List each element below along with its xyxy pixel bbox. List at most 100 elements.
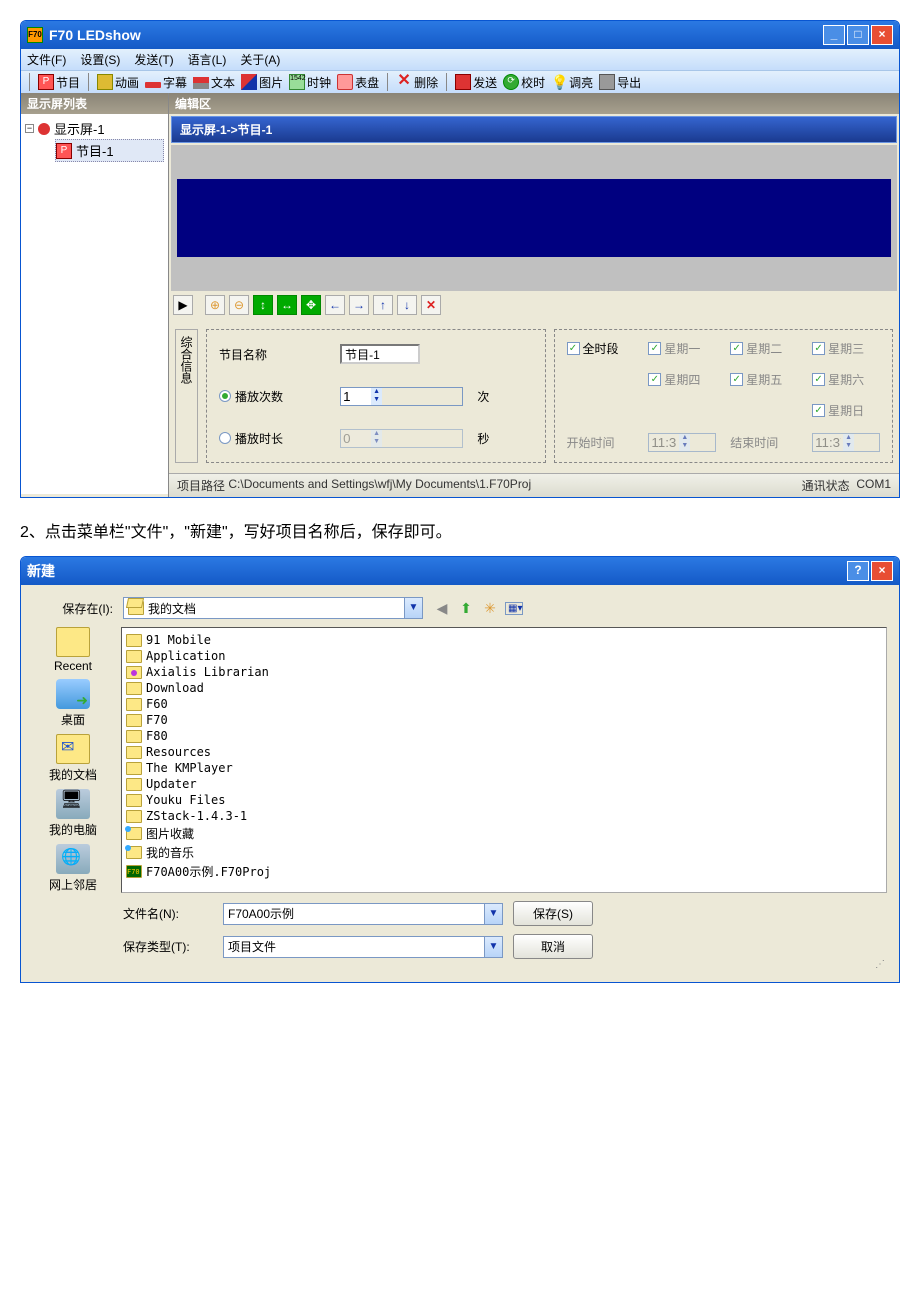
mon-checkbox[interactable]: ✓星期一 bbox=[648, 340, 716, 357]
zoom-out-button[interactable]: ⊖ bbox=[229, 295, 249, 315]
maximize-button[interactable]: □ bbox=[847, 25, 869, 45]
preview-canvas[interactable] bbox=[177, 179, 891, 257]
menu-settings[interactable]: 设置(S) bbox=[80, 51, 120, 68]
places-bar: Recent 桌面 我的文档 我的电脑 网上邻居 bbox=[33, 627, 113, 893]
back-button[interactable]: ◀ bbox=[433, 600, 451, 617]
help-button[interactable]: ? bbox=[847, 561, 869, 581]
display-tree[interactable]: − 显示屏-1 P 节目-1 bbox=[21, 114, 168, 494]
zoom-in-button[interactable]: ⊕ bbox=[205, 295, 225, 315]
allday-checkbox[interactable]: ✓全时段 bbox=[567, 340, 635, 357]
sat-checkbox[interactable]: ✓星期六 bbox=[812, 371, 880, 388]
list-item[interactable]: 我的音乐 bbox=[126, 843, 882, 862]
tb-text[interactable]: 文本 bbox=[193, 74, 235, 91]
play-dur-spin[interactable]: ▲▼ bbox=[340, 429, 463, 448]
save-in-combo[interactable]: 我的文档 ▼ bbox=[123, 597, 423, 619]
menu-about[interactable]: 关于(A) bbox=[240, 51, 280, 68]
menu-language[interactable]: 语言(L) bbox=[188, 51, 227, 68]
cancel-button[interactable]: 取消 bbox=[513, 934, 593, 959]
new-file-dialog: 新建 ? × 保存在(I): 我的文档 ▼ ◀ ⬆ ✳ ▦▾ Recent 桌面 bbox=[20, 556, 900, 983]
minimize-button[interactable]: _ bbox=[823, 25, 845, 45]
place-net[interactable]: 网上邻居 bbox=[49, 844, 97, 893]
tb-subtitle[interactable]: 字幕 bbox=[145, 74, 187, 91]
dialog-close-button[interactable]: × bbox=[871, 561, 893, 581]
wed-checkbox[interactable]: ✓星期三 bbox=[812, 340, 880, 357]
view-button[interactable]: ▦▾ bbox=[505, 602, 523, 615]
filetype-combo[interactable]: 项目文件 ▼ bbox=[223, 936, 503, 958]
tb-program[interactable]: P节目 bbox=[38, 74, 80, 91]
menubar: 文件(F) 设置(S) 发送(T) 语言(L) 关于(A) bbox=[21, 49, 899, 70]
tb-image[interactable]: 图片 bbox=[241, 74, 283, 91]
fit-all-button[interactable]: ✥ bbox=[301, 295, 321, 315]
move-left-button[interactable]: ← bbox=[325, 295, 345, 315]
fit-h-button[interactable]: ↔ bbox=[277, 295, 297, 315]
folder-icon bbox=[126, 650, 142, 663]
list-item[interactable]: F60 bbox=[126, 696, 882, 712]
app-icon: F70 bbox=[27, 27, 43, 43]
chevron-down-icon[interactable]: ▼ bbox=[484, 937, 502, 957]
save-button[interactable]: 保存(S) bbox=[513, 901, 593, 926]
instruction-text: 2、点击菜单栏"文件"，"新建"，写好项目名称后，保存即可。 bbox=[20, 518, 900, 542]
props-tab[interactable]: 综合信息 bbox=[175, 329, 198, 463]
tb-dial[interactable]: 表盘 bbox=[337, 74, 379, 91]
end-time-spin[interactable]: ▲▼ bbox=[812, 433, 880, 452]
tree-expander[interactable]: − bbox=[25, 124, 34, 133]
play-count-radio[interactable]: 播放次数 bbox=[219, 388, 326, 405]
start-time-spin[interactable]: ▲▼ bbox=[648, 433, 716, 452]
menu-send[interactable]: 发送(T) bbox=[134, 51, 173, 68]
program-name-input[interactable] bbox=[340, 344, 420, 364]
left-pane: 显示屏列表 − 显示屏-1 P 节目-1 bbox=[21, 93, 169, 497]
dialog-title: 新建 bbox=[27, 561, 55, 581]
filename-combo[interactable]: F70A00示例 ▼ bbox=[223, 903, 503, 925]
list-item[interactable]: 图片收藏 bbox=[126, 824, 882, 843]
list-item[interactable]: Axialis Librarian bbox=[126, 664, 882, 680]
play-dur-radio[interactable]: 播放时长 bbox=[219, 430, 326, 447]
path-label: 项目路径 bbox=[177, 477, 225, 494]
list-item[interactable]: 91 Mobile bbox=[126, 632, 882, 648]
list-item[interactable]: Resources bbox=[126, 744, 882, 760]
clear-button[interactable]: ✕ bbox=[421, 295, 441, 315]
resize-grip[interactable]: ⋰ bbox=[33, 959, 887, 970]
file-list[interactable]: 91 MobileApplicationAxialis LibrarianDow… bbox=[121, 627, 887, 893]
tree-child[interactable]: P 节目-1 bbox=[55, 139, 164, 162]
play-count-spin[interactable]: ▲▼ bbox=[340, 387, 463, 406]
folder-icon bbox=[126, 762, 142, 775]
close-button[interactable]: × bbox=[871, 25, 893, 45]
list-item[interactable]: F80 bbox=[126, 728, 882, 744]
sun-checkbox[interactable]: ✓星期日 bbox=[812, 402, 880, 419]
tb-bright[interactable]: 💡调亮 bbox=[551, 74, 593, 91]
tb-anim[interactable]: 动画 bbox=[97, 74, 139, 91]
menu-file[interactable]: 文件(F) bbox=[27, 51, 66, 68]
tb-caltime[interactable]: ⟳校时 bbox=[503, 74, 545, 91]
thu-checkbox[interactable]: ✓星期四 bbox=[648, 371, 716, 388]
up-button[interactable]: ⬆ bbox=[457, 600, 475, 617]
list-item[interactable]: The KMPlayer bbox=[126, 760, 882, 776]
screen-icon bbox=[38, 123, 50, 135]
move-up-button[interactable]: ↑ bbox=[373, 295, 393, 315]
list-item[interactable]: Updater bbox=[126, 776, 882, 792]
play-button[interactable]: ▶ bbox=[173, 295, 193, 315]
list-item[interactable]: F70A00示例.F70Proj bbox=[126, 862, 882, 881]
tue-checkbox[interactable]: ✓星期二 bbox=[730, 340, 798, 357]
chevron-down-icon[interactable]: ▼ bbox=[484, 904, 502, 924]
folder-icon bbox=[126, 714, 142, 727]
move-down-button[interactable]: ↓ bbox=[397, 295, 417, 315]
place-pc[interactable]: 我的电脑 bbox=[49, 789, 97, 838]
fri-checkbox[interactable]: ✓星期五 bbox=[730, 371, 798, 388]
place-recent[interactable]: Recent bbox=[54, 627, 92, 673]
place-desktop[interactable]: 桌面 bbox=[56, 679, 90, 728]
tb-send[interactable]: 发送 bbox=[455, 74, 497, 91]
list-item[interactable]: Application bbox=[126, 648, 882, 664]
tb-clock[interactable]: 1542时钟 bbox=[289, 74, 331, 91]
fit-v-button[interactable]: ↕ bbox=[253, 295, 273, 315]
list-item[interactable]: Youku Files bbox=[126, 792, 882, 808]
tb-export[interactable]: 导出 bbox=[599, 74, 641, 91]
place-docs[interactable]: 我的文档 bbox=[49, 734, 97, 783]
list-item[interactable]: ZStack-1.4.3-1 bbox=[126, 808, 882, 824]
tree-root[interactable]: − 显示屏-1 bbox=[25, 118, 164, 139]
chevron-down-icon[interactable]: ▼ bbox=[404, 598, 422, 618]
move-right-button[interactable]: → bbox=[349, 295, 369, 315]
list-item[interactable]: F70 bbox=[126, 712, 882, 728]
tb-delete[interactable]: ✕删除 bbox=[396, 74, 438, 91]
new-folder-button[interactable]: ✳ bbox=[481, 600, 499, 617]
list-item[interactable]: Download bbox=[126, 680, 882, 696]
